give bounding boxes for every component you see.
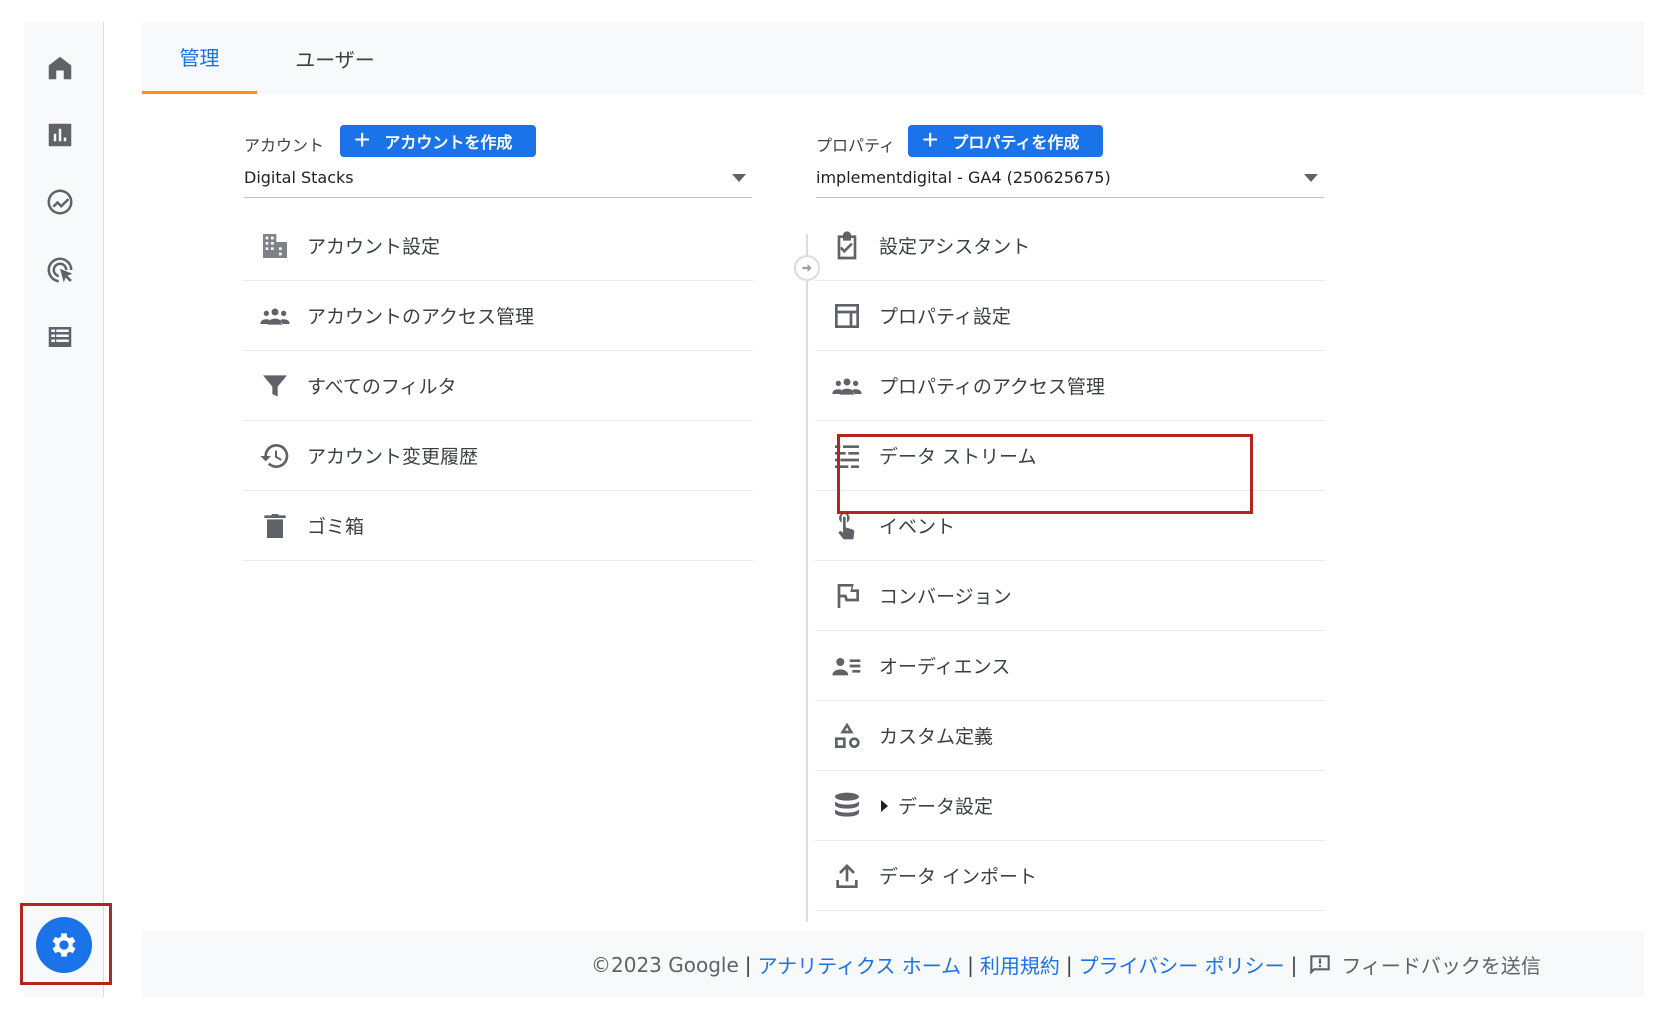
shapes-icon (815, 701, 879, 771)
admin-gear-button[interactable] (36, 917, 92, 973)
menu-item-label: アカウント設定 (307, 236, 441, 258)
audience-icon (815, 631, 879, 701)
create-account-button[interactable]: + アカウントを作成 (340, 124, 537, 157)
setup-assistant-item[interactable]: 設定アシスタント (815, 211, 1325, 281)
menu-item-label: プロパティのアクセス管理 (879, 376, 1105, 398)
feedback-icon[interactable] (1307, 952, 1333, 978)
upload-icon (815, 841, 879, 911)
terms-link[interactable]: 利用規約 (980, 950, 1060, 979)
dropdown-arrow-icon (732, 174, 746, 182)
menu-item-label: コンバージョン (879, 586, 1012, 608)
data-import-item[interactable]: データ インポート (815, 841, 1325, 911)
send-feedback-link[interactable]: フィードバックを送信 (1341, 950, 1541, 979)
data-settings-item[interactable]: データ設定 (815, 771, 1325, 841)
account-change-history-item[interactable]: アカウント変更履歴 (243, 421, 753, 491)
property-settings-item[interactable]: プロパティ設定 (815, 281, 1325, 351)
dropdown-arrow-icon (1304, 174, 1318, 182)
plus-icon: + (922, 124, 939, 155)
property-access-management-item[interactable]: プロパティのアクセス管理 (815, 351, 1325, 421)
audiences-item[interactable]: オーディエンス (815, 631, 1325, 701)
all-filters-item[interactable]: すべてのフィルタ (243, 351, 753, 421)
explore-icon[interactable] (40, 182, 80, 222)
account-selector[interactable]: Digital Stacks (244, 158, 752, 198)
data-streams-highlight-box (837, 434, 1253, 514)
separator: | (1290, 952, 1298, 977)
left-nav-rail (24, 22, 104, 997)
menu-item-label: オーディエンス (879, 656, 1011, 678)
people-icon (815, 351, 879, 421)
trash-icon (243, 491, 307, 561)
menu-item-label: プロパティ設定 (879, 306, 1011, 328)
copyright-text: ©2023 Google (591, 952, 739, 977)
configure-icon[interactable] (40, 317, 80, 357)
property-selected-value: implementdigital - GA4 (250625675) (816, 168, 1111, 187)
account-settings-item[interactable]: アカウント設定 (243, 211, 753, 281)
column-divider (806, 234, 808, 922)
account-menu: アカウント設定 アカウントのアクセス管理 すべてのフィルタ アカウント変更履歴 … (243, 211, 753, 561)
plus-icon: + (354, 124, 371, 155)
separator: | (744, 952, 752, 977)
property-label: プロパティ (816, 136, 896, 155)
property-selector[interactable]: implementdigital - GA4 (250625675) (816, 158, 1324, 198)
account-label: アカウント (244, 136, 325, 155)
create-account-label: アカウントを作成 (384, 135, 513, 152)
menu-item-label: アカウント変更履歴 (307, 446, 479, 468)
privacy-policy-link[interactable]: プライバシー ポリシー (1079, 950, 1285, 979)
analytics-home-link[interactable]: アナリティクス ホーム (758, 950, 962, 979)
menu-item-label: カスタム定義 (879, 726, 994, 748)
menu-item-label: ゴミ箱 (307, 516, 365, 538)
create-property-label: プロパティを作成 (952, 135, 1080, 152)
account-selected-value: Digital Stacks (244, 168, 354, 187)
footer: ©2023 Google | アナリティクス ホーム | 利用規約 | プライバ… (591, 950, 1541, 979)
filter-icon (243, 351, 307, 421)
property-menu: 設定アシスタント プロパティ設定 プロパティのアクセス管理 データ ストリーム … (815, 211, 1325, 911)
menu-item-label: 設定アシスタント (879, 236, 1031, 258)
trash-item[interactable]: ゴミ箱 (243, 491, 753, 561)
menu-item-label: アカウントのアクセス管理 (307, 306, 535, 328)
history-icon (243, 421, 307, 491)
building-icon (243, 211, 307, 281)
menu-item-label: イベント (879, 516, 956, 538)
database-icon (815, 771, 879, 841)
create-property-button[interactable]: + プロパティを作成 (908, 124, 1104, 157)
conversions-item[interactable]: コンバージョン (815, 561, 1325, 631)
separator: | (1065, 952, 1073, 977)
tab-admin[interactable]: 管理 (142, 22, 257, 94)
tab-users[interactable]: ユーザー (270, 22, 400, 94)
home-icon[interactable] (40, 48, 80, 88)
advertising-icon[interactable] (40, 250, 80, 290)
expand-arrow-icon[interactable] (881, 799, 888, 812)
separator: | (967, 952, 974, 977)
menu-item-label: データ設定 (898, 796, 994, 818)
menu-item-label: データ インポート (879, 866, 1038, 888)
clipboard-check-icon (815, 211, 879, 281)
reports-icon[interactable] (40, 115, 80, 155)
people-icon (243, 281, 307, 351)
account-access-management-item[interactable]: アカウントのアクセス管理 (243, 281, 753, 351)
layout-icon (815, 281, 879, 351)
custom-definitions-item[interactable]: カスタム定義 (815, 701, 1325, 771)
admin-highlight-box (20, 903, 112, 985)
flag-icon (815, 561, 879, 631)
menu-item-label: すべてのフィルタ (307, 376, 457, 398)
gear-icon (52, 933, 76, 957)
